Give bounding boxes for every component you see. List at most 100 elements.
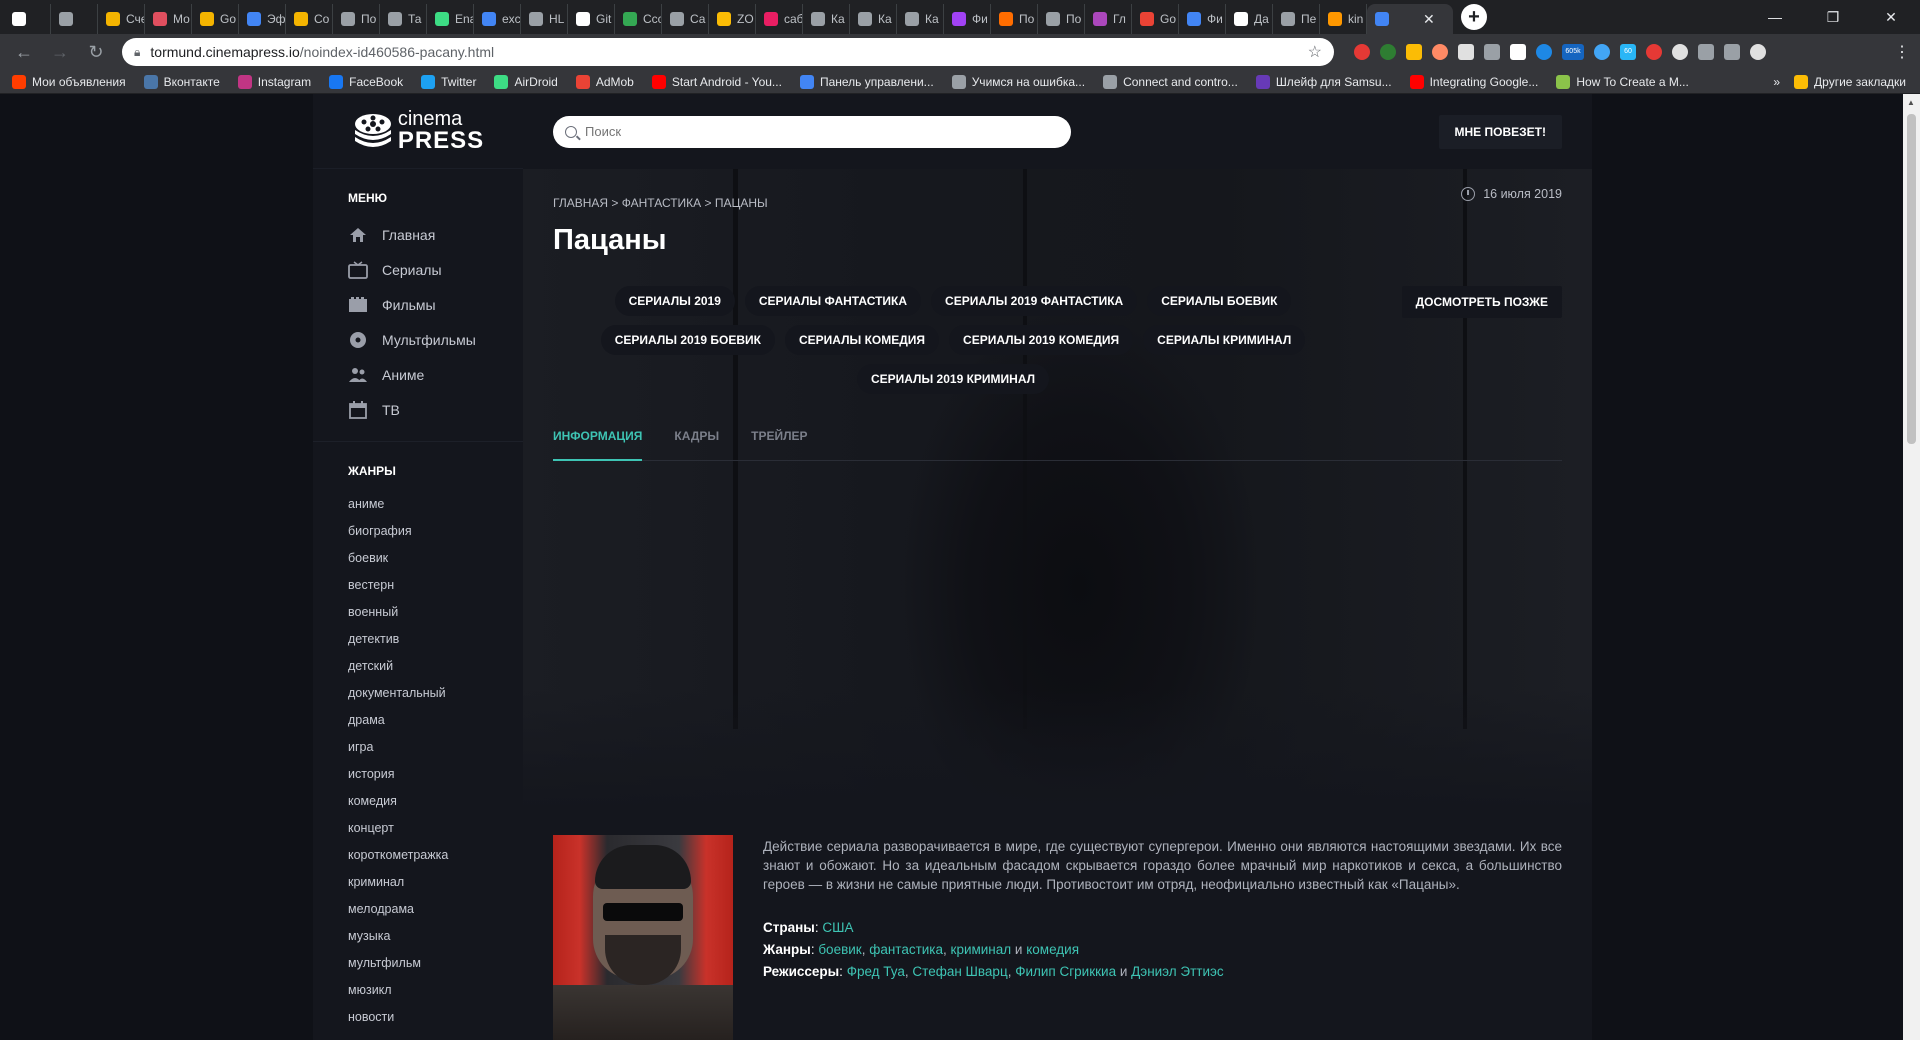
content-tab[interactable]: ИНФОРМАЦИЯ <box>553 429 643 461</box>
sidebar-item-disc[interactable]: Мультфильмы <box>313 322 523 357</box>
active-tab[interactable]: ✕ <box>1367 4 1453 34</box>
category-tag[interactable]: СЕРИАЛЫ КОМЕДИЯ <box>784 325 940 355</box>
category-tag[interactable]: СЕРИАЛЫ 2019 КРИМИНАЛ <box>856 364 1050 394</box>
lucky-button[interactable]: МНЕ ПОВЕЗЕТ! <box>1438 114 1562 149</box>
sidebar-item-tv[interactable]: Сериалы <box>313 252 523 287</box>
gadget-extension-icon[interactable] <box>1510 44 1526 60</box>
back-button[interactable]: ← <box>10 38 38 66</box>
block-extension-icon[interactable] <box>1646 44 1662 60</box>
address-bar[interactable]: 🔒︎ tormund.cinemapress.io/noindex-id4605… <box>122 38 1334 66</box>
bookmark-item[interactable]: Мои объявления <box>12 74 126 89</box>
category-tag[interactable]: СЕРИАЛЫ КРИМИНАЛ <box>1143 325 1306 355</box>
qr-extension-icon[interactable] <box>1458 44 1474 60</box>
browser-tab[interactable]: Ena <box>427 4 474 34</box>
browser-tab[interactable]: ZO <box>709 4 756 34</box>
category-tag[interactable]: СЕРИАЛЫ БОЕВИК <box>1147 286 1292 316</box>
cookie-extension-icon[interactable] <box>1432 44 1448 60</box>
puzzle-icon[interactable] <box>1698 44 1714 60</box>
browser-tab[interactable]: Та <box>380 4 427 34</box>
reload-button[interactable]: ↻ <box>82 38 110 66</box>
genre-link[interactable]: комедия <box>313 787 523 814</box>
minimize-button[interactable]: — <box>1746 0 1804 34</box>
genre-link[interactable]: документальный <box>313 679 523 706</box>
browser-tab[interactable]: саб <box>756 4 803 34</box>
genre-link[interactable]: детектив <box>313 625 523 652</box>
genre-link[interactable]: аниме <box>313 490 523 517</box>
grid-extension-icon[interactable]: 60 <box>1620 44 1636 60</box>
genre-link[interactable]: короткометражка <box>313 841 523 868</box>
browser-tab[interactable]: Фи <box>1179 4 1226 34</box>
close-window-button[interactable]: ✕ <box>1862 0 1920 34</box>
scroll-up-icon[interactable]: ▲ <box>1907 98 1915 107</box>
sidebar-item-film[interactable]: Фильмы <box>313 287 523 322</box>
browser-tab[interactable]: Гл <box>1085 4 1132 34</box>
genre-link[interactable]: биография <box>313 517 523 544</box>
fact-link[interactable]: Филип Сгриккиа <box>1015 964 1116 979</box>
browser-tab[interactable]: Ссс <box>615 4 662 34</box>
avatar-icon[interactable] <box>1750 44 1766 60</box>
site-logo[interactable]: cinema PRESS <box>313 94 523 169</box>
fact-link[interactable]: фантастика <box>869 942 943 957</box>
genre-link[interactable]: концерт <box>313 814 523 841</box>
genre-link[interactable]: драма <box>313 706 523 733</box>
fact-link[interactable]: боевик <box>818 942 861 957</box>
content-tab[interactable]: КАДРЫ <box>674 429 719 461</box>
bookmark-item[interactable]: Connect and contro... <box>1103 74 1238 89</box>
fact-link[interactable]: Дэниэл Эттиэс <box>1131 964 1224 979</box>
maximize-button[interactable]: ❐ <box>1804 0 1862 34</box>
check-extension-icon[interactable] <box>1594 44 1610 60</box>
bookmark-item[interactable]: FaceBook <box>329 74 403 89</box>
genre-link[interactable]: новости <box>313 1003 523 1030</box>
new-tab-button[interactable]: + <box>1461 4 1487 30</box>
bookmark-item[interactable]: AdMob <box>575 74 634 89</box>
browser-tab[interactable]: По <box>1038 4 1085 34</box>
bookmark-item[interactable]: AirDroid <box>494 74 558 89</box>
bookmark-item[interactable]: Учимся на ошибка... <box>951 74 1085 89</box>
close-tab-icon[interactable]: ✕ <box>1423 11 1435 28</box>
browser-tab[interactable]: По <box>333 4 380 34</box>
genre-link[interactable]: криминал <box>313 868 523 895</box>
b-extension-icon[interactable] <box>1536 44 1552 60</box>
browser-tab[interactable]: Ка <box>897 4 944 34</box>
copy-extension-icon[interactable] <box>1484 44 1500 60</box>
watch-later-button[interactable]: ДОСМОТРЕТЬ ПОЗЖЕ <box>1401 286 1562 318</box>
browser-tab[interactable]: Мо <box>145 4 192 34</box>
bookmark-item[interactable]: Twitter <box>421 74 476 89</box>
browser-tab[interactable]: Эф <box>239 4 286 34</box>
browser-tab[interactable]: По <box>991 4 1038 34</box>
genre-link[interactable]: боевик <box>313 544 523 571</box>
bookmark-star-icon[interactable]: ☆ <box>1308 42 1322 62</box>
bookmark-item[interactable]: How To Create a M... <box>1556 74 1689 89</box>
genre-link[interactable]: история <box>313 760 523 787</box>
genre-link[interactable]: мелодрама <box>313 895 523 922</box>
genre-link[interactable]: военный <box>313 598 523 625</box>
breadcrumb-home[interactable]: ГЛАВНАЯ <box>553 196 608 210</box>
genre-link[interactable]: вестерн <box>313 571 523 598</box>
bookmark-item[interactable]: Integrating Google... <box>1409 74 1538 89</box>
genre-link[interactable]: музыка <box>313 922 523 949</box>
browser-tab[interactable]: Пе <box>1273 4 1320 34</box>
search-input[interactable] <box>585 124 1045 139</box>
browser-tab[interactable]: exc <box>474 4 521 34</box>
category-tag[interactable]: СЕРИАЛЫ 2019 КОМЕДИЯ <box>949 325 1134 355</box>
browser-menu-icon[interactable]: ⋮ <box>1894 42 1910 62</box>
content-tab[interactable]: ТРЕЙЛЕР <box>751 429 807 461</box>
browser-tab[interactable]: kin <box>1320 4 1367 34</box>
fact-link[interactable]: криминал <box>951 942 1012 957</box>
category-tag[interactable]: СЕРИАЛЫ 2019 <box>614 286 735 316</box>
browser-tab[interactable]: Да <box>1226 4 1273 34</box>
category-tag[interactable]: СЕРИАЛЫ 2019 БОЕВИК <box>600 325 775 355</box>
fact-link[interactable]: США <box>822 920 853 935</box>
browser-tab[interactable]: HL <box>521 4 568 34</box>
sidebar-item-people[interactable]: Аниме <box>313 357 523 392</box>
search-box[interactable] <box>553 115 1071 148</box>
opera-extension-icon[interactable] <box>1354 44 1370 60</box>
dollar-extension-icon[interactable] <box>1380 44 1396 60</box>
bookmark-item[interactable]: Шлейф для Samsu... <box>1255 74 1392 89</box>
bookmarks-overflow-icon[interactable]: » <box>1773 75 1780 89</box>
forward-button[interactable]: → <box>46 38 74 66</box>
bookmark-item[interactable]: Instagram <box>237 74 311 89</box>
fact-link[interactable]: Стефан Шварц <box>912 964 1007 979</box>
browser-tab[interactable]: Ка <box>803 4 850 34</box>
breadcrumb-category[interactable]: ФАНТАСТИКА <box>622 196 701 210</box>
